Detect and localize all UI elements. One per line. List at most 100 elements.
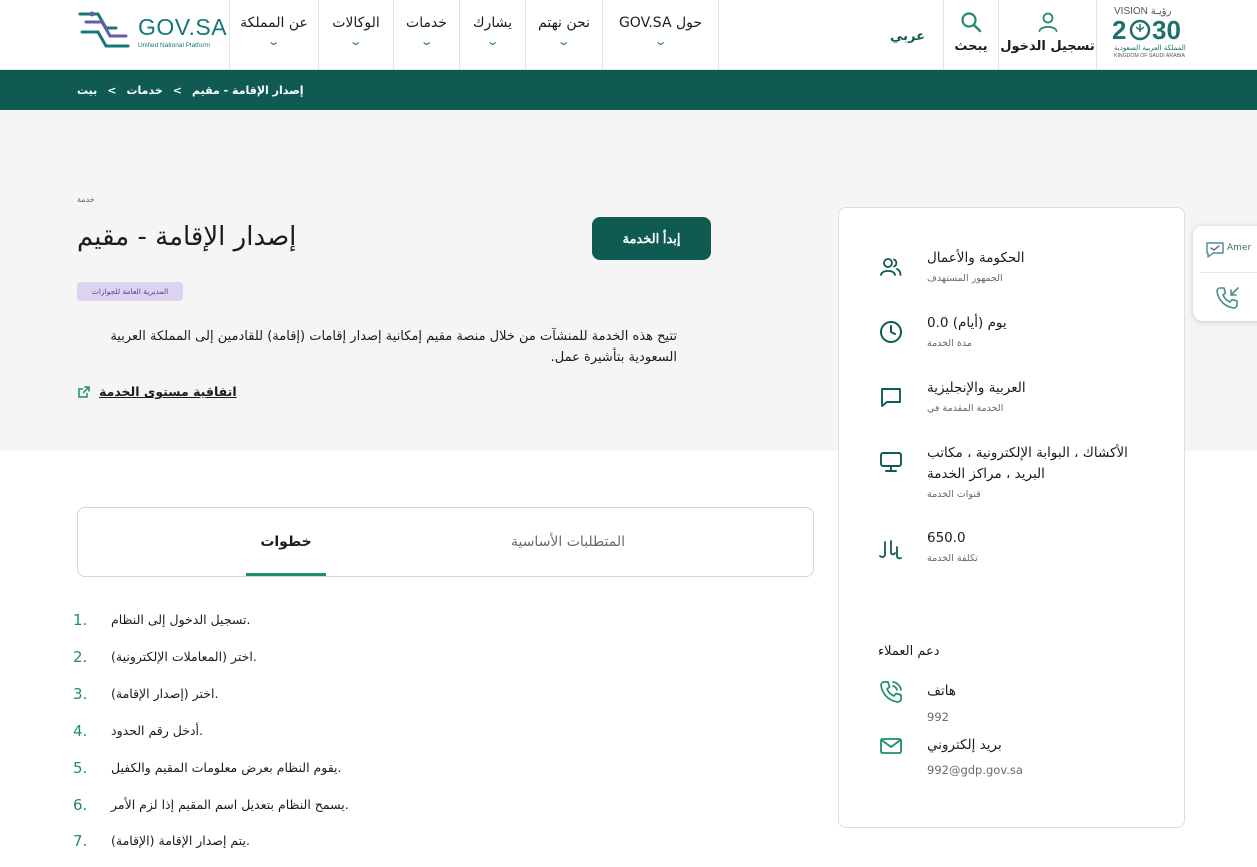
monitor-icon bbox=[880, 452, 902, 472]
step-text: يقوم النظام بعرض معلومات المقيم والكفيل. bbox=[111, 760, 342, 775]
user-icon bbox=[1038, 12, 1057, 32]
chevron-down-icon: ⌄ bbox=[557, 35, 571, 48]
search-label: يبحث bbox=[954, 39, 988, 54]
step-text: يتم إصدار الإقامة (الإقامة). bbox=[111, 833, 250, 848]
start-service-button[interactable]: إبدأ الخدمة bbox=[592, 217, 711, 260]
service-tag: خدمة bbox=[77, 195, 95, 204]
widget-divider bbox=[1200, 272, 1257, 273]
step-item: 6. يسمح النظام بتعديل اسم المقيم إذا لزم… bbox=[73, 796, 473, 818]
breadcrumb-services[interactable]: خدمات bbox=[126, 84, 162, 97]
phone-label: هاتف bbox=[927, 683, 956, 699]
nav-label: GOV.SA حول bbox=[618, 15, 703, 31]
step-item: 3. اختر (إصدار الإقامة). bbox=[73, 685, 473, 707]
nav-we-care[interactable]: نحن نهتم ⌄ bbox=[525, 0, 602, 70]
service-description: تتيح هذه الخدمة للمنشآت من خلال منصة مقي… bbox=[110, 329, 677, 365]
chevron-down-icon: ⌄ bbox=[267, 35, 281, 48]
channels-label: قنوات الخدمة bbox=[927, 489, 981, 500]
step-number: 7. bbox=[73, 832, 88, 850]
chevron-down-icon: ⌄ bbox=[653, 35, 668, 48]
chat-bubble-icon bbox=[881, 388, 901, 407]
nav-label: نحن نهتم bbox=[538, 15, 590, 31]
nav-services[interactable]: خدمات ⌄ bbox=[393, 0, 459, 70]
step-number: 2. bbox=[73, 648, 88, 666]
search-button[interactable]: يبحث bbox=[943, 0, 998, 70]
tab-bar: خطوات المتطلبات الأساسية bbox=[77, 507, 814, 577]
chevron-down-icon: ⌄ bbox=[349, 35, 363, 48]
sla-link-label: اتفاقية مستوى الخدمة bbox=[99, 384, 237, 399]
breadcrumb-bar: بيت < خدمات < إصدار الإقامة - مقيم bbox=[0, 70, 1257, 110]
nav-label: عن المملكة bbox=[240, 15, 308, 31]
step-text: اختر (المعاملات الإلكترونية). bbox=[111, 649, 257, 664]
chevron-down-icon: ⌄ bbox=[419, 35, 434, 48]
breadcrumb-home[interactable]: بيت bbox=[77, 84, 97, 97]
step-item: 5. يقوم النظام بعرض معلومات المقيم والكف… bbox=[73, 759, 473, 781]
step-item: 7. يتم إصدار الإقامة (الإقامة). bbox=[73, 832, 473, 854]
nav-about-kingdom[interactable]: عن المملكة ⌄ bbox=[229, 0, 318, 70]
email-address[interactable]: 992@gdp.gov.sa bbox=[927, 763, 1023, 777]
breadcrumb-separator: < bbox=[172, 84, 182, 97]
page: GOV.SA Unified National Platform عن المم… bbox=[0, 0, 1257, 867]
channels-value-line1: الأكشاك ، البوابة الإلكترونية ، مكاتب bbox=[927, 445, 1128, 461]
step-text: أدخل رقم الحدود. bbox=[111, 723, 204, 738]
nav-divider bbox=[718, 0, 719, 70]
nav-label: يشارك bbox=[473, 15, 512, 31]
gov-sa-logo[interactable]: GOV.SA Unified National Platform bbox=[76, 8, 228, 54]
palm-emblem-icon bbox=[1129, 19, 1151, 41]
phone-number[interactable]: 992 bbox=[927, 710, 949, 724]
nav-participate[interactable]: يشارك ⌄ bbox=[459, 0, 525, 70]
riyal-icon bbox=[879, 540, 902, 560]
step-text: يسمح النظام بتعديل اسم المقيم إذا لزم ال… bbox=[111, 797, 349, 812]
audience-label: الجمهور المستهدف bbox=[927, 273, 1003, 284]
cost-value: 650.0 bbox=[927, 530, 966, 546]
search-icon bbox=[961, 12, 982, 33]
agency-badge[interactable]: المديرية العامة للجوازات bbox=[77, 282, 183, 301]
vision-arabic: المملكة العربية السعودية bbox=[1114, 44, 1186, 52]
support-title: دعم العملاء bbox=[878, 644, 940, 659]
callback-phone-icon[interactable] bbox=[1215, 285, 1241, 311]
vision-year-left: 2 bbox=[1112, 15, 1127, 45]
duration-label: مدة الخدمة bbox=[927, 338, 972, 349]
channels-value-line2: البريد ، مراكز الخدمة bbox=[927, 466, 1045, 482]
breadcrumb-current: إصدار الإقامة - مقيم bbox=[191, 84, 304, 97]
step-number: 4. bbox=[73, 722, 88, 740]
step-number: 5. bbox=[73, 759, 88, 777]
vision-year-right: 30 bbox=[1152, 15, 1181, 45]
chevron-down-icon: ⌄ bbox=[485, 35, 500, 48]
mail-icon bbox=[880, 738, 902, 754]
chat-assistant-icon[interactable] bbox=[1205, 240, 1225, 260]
login-button[interactable]: تسجيل الدخول bbox=[998, 0, 1096, 70]
nav-label: الوكالات bbox=[332, 15, 380, 31]
phone-icon bbox=[880, 681, 902, 703]
step-number: 1. bbox=[73, 611, 88, 629]
login-label: تسجيل الدخول bbox=[1000, 39, 1095, 54]
language-value: العربية والإنجليزية bbox=[927, 380, 1026, 396]
audience-value: الحكومة والأعمال bbox=[927, 250, 1025, 266]
breadcrumb-separator: < bbox=[107, 84, 117, 97]
tab-active-indicator bbox=[246, 573, 326, 576]
step-number: 6. bbox=[73, 796, 88, 814]
users-icon bbox=[880, 258, 902, 276]
step-text: تسجيل الدخول إلى النظام. bbox=[111, 612, 251, 627]
tab-requirements[interactable]: المتطلبات الأساسية bbox=[498, 534, 638, 550]
step-item: 4. أدخل رقم الحدود. bbox=[73, 722, 473, 744]
sla-link[interactable]: اتفاقية مستوى الخدمة bbox=[77, 384, 237, 399]
step-item: 2. اختر (المعاملات الإلكترونية). bbox=[73, 648, 473, 670]
nav-about-govsa[interactable]: GOV.SA حول ⌄ bbox=[602, 0, 718, 70]
logo-text: GOV.SA bbox=[138, 14, 228, 40]
step-item: 1. تسجيل الدخول إلى النظام. bbox=[73, 611, 473, 633]
nav-label: خدمات bbox=[406, 15, 447, 31]
step-number: 3. bbox=[73, 685, 88, 703]
logo-subtitle: Unified National Platform bbox=[138, 42, 210, 49]
step-text: اختر (إصدار الإقامة). bbox=[111, 686, 219, 701]
duration-value: 0.0 يوم (أيام) bbox=[927, 315, 1007, 331]
nav-agencies[interactable]: الوكالات ⌄ bbox=[318, 0, 393, 70]
vision-2030-logo[interactable]: VISION رؤيـة 2 30 المملكة العربية السعود… bbox=[1096, 0, 1257, 70]
email-label: بريد إلكتروني bbox=[927, 737, 1002, 753]
tab-steps[interactable]: خطوات bbox=[246, 534, 326, 550]
chat-assistant-label[interactable]: Amer bbox=[1227, 243, 1251, 253]
external-link-icon bbox=[78, 385, 90, 398]
language-switch[interactable]: عربي bbox=[890, 29, 925, 44]
cost-label: تكلفة الخدمة bbox=[927, 553, 978, 564]
language-label: الخدمة المقدمة في bbox=[927, 403, 1004, 414]
site-header: GOV.SA Unified National Platform عن المم… bbox=[0, 0, 1257, 70]
